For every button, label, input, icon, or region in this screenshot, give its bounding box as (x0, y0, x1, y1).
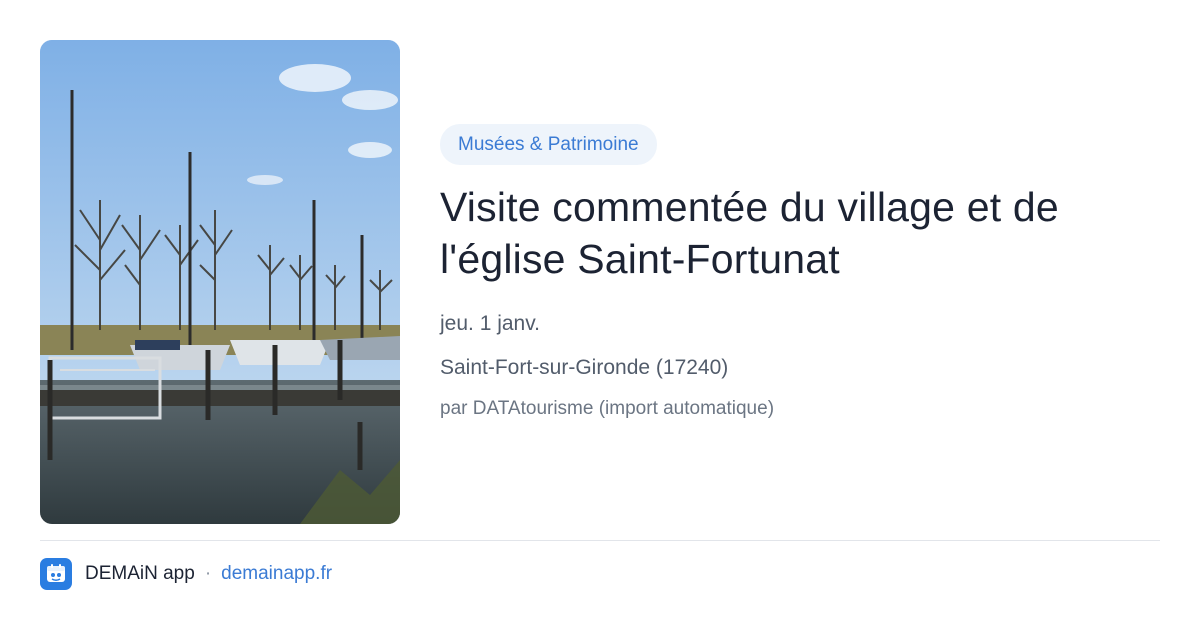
event-date: jeu. 1 janv. (440, 312, 541, 335)
footer: DEMAiN app · demainapp.fr (40, 558, 332, 590)
event-details: Musées & Patrimoine Visite commentée du … (440, 124, 1160, 421)
demain-app-logo-icon[interactable] (40, 558, 72, 590)
event-source: par DATAtourisme (import automatique) (440, 398, 775, 419)
footer-separator: · (204, 563, 212, 584)
event-location: Saint-Fort-sur-Gironde (17240) (440, 356, 729, 379)
category-badge[interactable]: Musées & Patrimoine (440, 124, 657, 165)
harbor-photo (40, 40, 400, 524)
footer-divider (40, 540, 1160, 541)
event-title[interactable]: Visite commentée du village et de l'égli… (440, 181, 1160, 285)
app-domain-link[interactable]: demainapp.fr (221, 563, 332, 585)
app-name: DEMAiN app (85, 563, 195, 584)
event-image[interactable] (40, 40, 400, 524)
